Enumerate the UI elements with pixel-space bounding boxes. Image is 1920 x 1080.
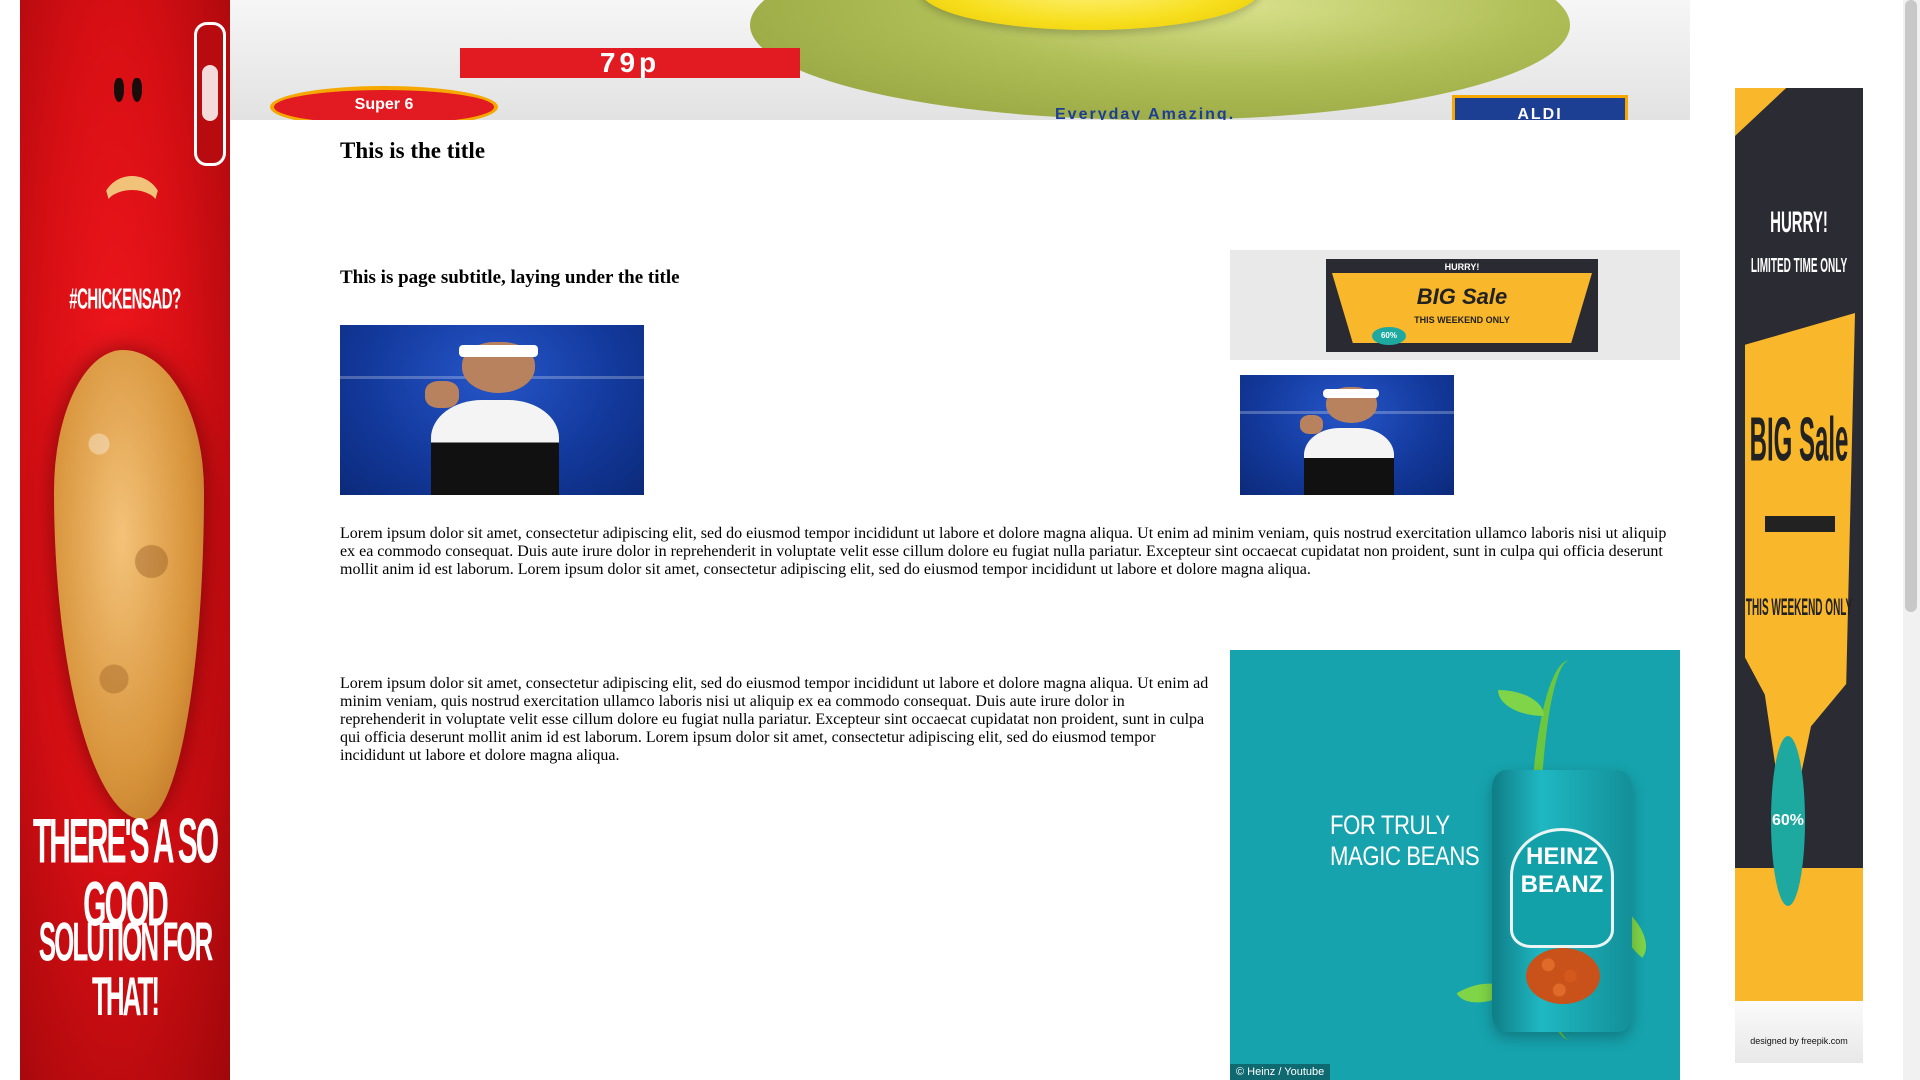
left-ad-banner[interactable]: #CHICKENSAD? THERE'S A SO GOOD SOLUTION … [20,0,230,1080]
aldi-logo-icon: ALDI [1452,95,1628,120]
player-fist [425,381,459,409]
scrollbar-thumb[interactable] [1905,0,1917,612]
fried-chicken-image [54,350,204,820]
sale-ad-weekend: THIS WEEKEND ONLY [1414,315,1510,325]
player-fist [1299,414,1324,434]
right-ad-discount: 60% [1771,736,1805,906]
heinz-image-credit: © Heinz / Youtube [1230,1064,1331,1080]
heinz-can-image: HEINZ BEANZ [1492,770,1632,1032]
right-ad-limited: LIMITED TIME ONLY [1750,256,1848,278]
beans-image [1526,948,1600,1004]
price-tag: 79p [460,48,800,78]
tennis-player-photo-small [1240,375,1454,495]
heinz-ad-banner[interactable]: FOR TRULY MAGIC BEANS HEINZ BEANZ © Hein… [1230,650,1680,1080]
content-sale-ad[interactable]: HURRY! BIG Sale THIS WEEKEND ONLY 60% [1230,250,1680,360]
top-ad-banner[interactable]: 79p Super 6 Everyday Amazing. ALDI [230,0,1690,120]
sale-ad-headline: BIG Sale [1416,284,1508,309]
kfc-logo-icon [194,22,226,166]
left-ad-slogan: THERE'S A SO GOOD SOLUTION FOR THAT! [20,811,230,1024]
player-body [1304,427,1395,495]
sale-ad-discount: 60% [1372,327,1406,345]
leaf-decoration [1498,690,1544,716]
heinz-can-line2: BEANZ [1520,871,1604,898]
right-ad-divider [1765,516,1835,532]
right-ad-headline: BIG Sale [1749,406,1849,477]
heinz-can-line1: HEINZ [1526,843,1598,870]
tennis-player-photo-large [340,325,644,495]
sale-ad-hurry: HURRY! [1444,262,1480,272]
body-paragraph-2: Lorem ipsum dolor sit amet, consectetur … [340,675,1209,764]
sad-face-icon [112,78,152,102]
right-ad-banner[interactable]: HURRY! LIMITED TIME ONLY BIG Sale THIS W… [1735,88,1863,1063]
player-headband [1323,389,1380,398]
heinz-headline: FOR TRULY MAGIC BEANS [1330,810,1480,872]
player-headband [458,345,538,358]
page-title: This is the title [340,138,486,163]
heinz-headline-line2: MAGIC BEANS [1330,841,1480,872]
right-ad-weekend: THIS WEEKEND ONLY [1745,596,1853,623]
top-ad-tagline: Everyday Amazing. [1055,106,1236,120]
sale-ad-card: HURRY! BIG Sale THIS WEEKEND ONLY 60% [1326,259,1598,352]
right-ad-credit: designed by freepik.com [1750,1036,1848,1046]
page-subtitle: This is page subtitle, laying under the … [340,267,680,288]
super6-badge: Super 6 [270,86,498,120]
right-ad-hurry: HURRY! [1770,206,1828,240]
heinz-headline-line1: FOR TRULY [1330,810,1450,840]
frown-icon [102,176,162,236]
player-body [431,399,559,495]
left-ad-hashtag: #CHICKENSAD? [69,283,181,317]
left-ad-slogan-line2: SOLUTION FOR THAT! [38,910,213,1028]
right-ad-accent-bottom [1735,868,1863,1001]
body-paragraph-1: Lorem ipsum dolor sit amet, consectetur … [340,525,1667,578]
heinz-can-label: HEINZ BEANZ [1510,828,1614,948]
